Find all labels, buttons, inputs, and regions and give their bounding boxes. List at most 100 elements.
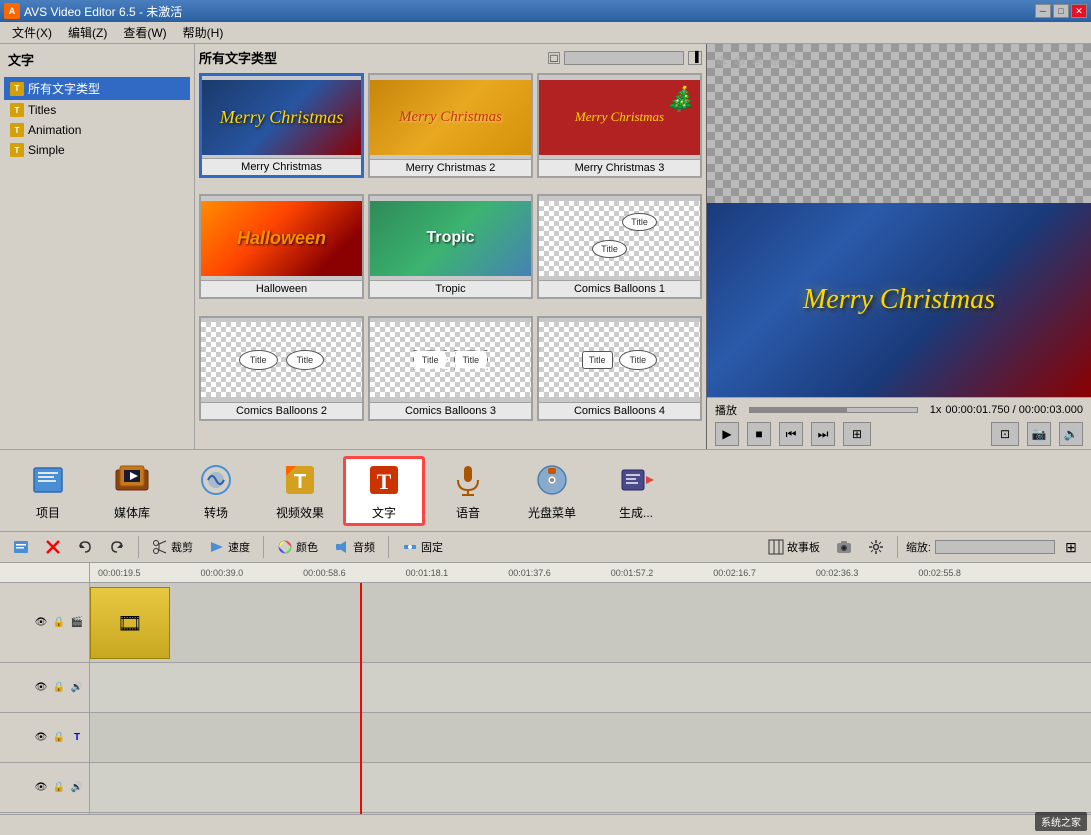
effect-tropic[interactable]: Tropic Tropic bbox=[368, 194, 533, 299]
effect-merry-christmas-3[interactable]: 🎄 Merry Christmas Merry Christmas 3 bbox=[537, 73, 702, 178]
menu-help[interactable]: 帮助(H) bbox=[175, 22, 232, 43]
toolbar-disc[interactable]: 光盘菜单 bbox=[512, 457, 592, 525]
stop-button[interactable]: ■ bbox=[747, 422, 771, 446]
effects-title: 所有文字类型 bbox=[199, 48, 277, 67]
toolbar-project[interactable]: 项目 bbox=[8, 457, 88, 525]
progress-bar[interactable] bbox=[749, 407, 918, 413]
maximize-button[interactable]: □ bbox=[1053, 4, 1069, 18]
audio-track-row-1 bbox=[90, 663, 1091, 713]
toolbar-media[interactable]: 媒体库 bbox=[92, 457, 172, 525]
menu-bar: 文件(X) 编辑(Z) 查看(W) 帮助(H) bbox=[0, 22, 1091, 44]
audio-label: 音频 bbox=[353, 539, 375, 555]
video-clip[interactable]: 🎞 bbox=[90, 587, 170, 659]
effects-icon: T bbox=[280, 460, 320, 500]
audio-track-row-3 bbox=[90, 813, 1091, 814]
preview-area: ❄ ❄ ❄ ❄ ❄ Merry Christmas 播放 1x 00:00:01… bbox=[706, 44, 1091, 449]
effect-comics-balloons-4[interactable]: Title Title Comics Balloons 4 bbox=[537, 316, 702, 421]
speed-button[interactable]: 速度 bbox=[204, 535, 255, 559]
toolbar-voice[interactable]: 语音 bbox=[428, 457, 508, 525]
audio-button[interactable]: 音频 bbox=[329, 535, 380, 559]
produce-icon bbox=[616, 460, 656, 500]
ruler-mark-7: 00:02:16.7 bbox=[713, 568, 756, 578]
undo-button[interactable] bbox=[72, 535, 98, 559]
lock-icon2[interactable]: 🔒 bbox=[51, 680, 67, 696]
cut-button[interactable]: 裁剪 bbox=[147, 535, 198, 559]
scroll-right[interactable]: ▐ bbox=[688, 51, 702, 65]
toolbar-text[interactable]: T 文字 bbox=[344, 457, 424, 525]
preview-checker: ❄ ❄ ❄ ❄ ❄ bbox=[707, 44, 1091, 203]
settings-button[interactable] bbox=[863, 535, 889, 559]
storyboard-button[interactable]: 故事板 bbox=[763, 535, 825, 559]
eye-icon4[interactable]: 👁 bbox=[33, 780, 49, 796]
ruler-mark-3: 00:00:58.6 bbox=[303, 568, 346, 578]
separator1 bbox=[138, 536, 139, 558]
ruler-mark-9: 00:02:55.8 bbox=[918, 568, 961, 578]
title-bar: A AVS Video Editor 6.5 - 未激活 ─ □ ✕ bbox=[0, 0, 1091, 22]
lock-icon3[interactable]: 🔒 bbox=[51, 730, 67, 746]
lock-icon4[interactable]: 🔒 bbox=[51, 780, 67, 796]
thumb-tropic: Tropic bbox=[370, 201, 531, 276]
aspect-ratio-button[interactable]: ⊡ bbox=[991, 422, 1019, 446]
speed-display: 1x bbox=[930, 404, 942, 416]
effect-comics-balloons-2[interactable]: Title Title Comics Balloons 2 bbox=[199, 316, 364, 421]
sidebar: 文字 T 所有文字类型 T Titles T Animation T Simpl… bbox=[0, 44, 195, 449]
snapshot-button[interactable]: 📷 bbox=[1027, 422, 1051, 446]
menu-file[interactable]: 文件(X) bbox=[4, 22, 60, 43]
next-frame-button[interactable]: ⏭ bbox=[811, 422, 835, 446]
project-button[interactable] bbox=[8, 535, 34, 559]
toolbar-disc-label: 光盘菜单 bbox=[528, 504, 576, 521]
zoom-expand[interactable]: ⊞ bbox=[1059, 535, 1083, 559]
effect-halloween[interactable]: Halloween Halloween bbox=[199, 194, 364, 299]
prev-frame-button[interactable]: ⏮ bbox=[779, 422, 803, 446]
eye-icon[interactable]: 👁 bbox=[33, 615, 49, 631]
svg-text:T: T bbox=[377, 469, 392, 494]
scissors-icon bbox=[152, 539, 168, 555]
separator3 bbox=[388, 536, 389, 558]
menu-edit[interactable]: 编辑(Z) bbox=[60, 22, 115, 43]
audio-track-icon: 🔊 bbox=[69, 680, 85, 696]
effect-comics-balloons-3[interactable]: Title Title Comics Balloons 3 bbox=[368, 316, 533, 421]
animation-icon: T bbox=[10, 123, 24, 137]
fullscreen-button[interactable]: ⊞ bbox=[843, 422, 871, 446]
storyboard-label: 故事板 bbox=[787, 539, 820, 555]
eye-icon3[interactable]: 👁 bbox=[33, 730, 49, 746]
eye-icon2[interactable]: 👁 bbox=[33, 680, 49, 696]
minimize-button[interactable]: ─ bbox=[1035, 4, 1051, 18]
effect-comics-balloons-1[interactable]: Title Title Comics Balloons 1 bbox=[537, 194, 702, 299]
close-button[interactable]: ✕ bbox=[1071, 4, 1087, 18]
sidebar-item-animation[interactable]: T Animation bbox=[4, 120, 190, 140]
menu-view[interactable]: 查看(W) bbox=[115, 22, 174, 43]
simple-icon: T bbox=[10, 143, 24, 157]
camera-button[interactable] bbox=[831, 535, 857, 559]
audio-track-row-2 bbox=[90, 763, 1091, 813]
scroll-bar[interactable] bbox=[564, 51, 684, 65]
effects-panel: 所有文字类型 □ ▐ Merry Christmas Merry Christm… bbox=[195, 44, 706, 449]
volume-button[interactable]: 🔊 bbox=[1059, 422, 1083, 446]
sidebar-item-titles[interactable]: T Titles bbox=[4, 100, 190, 120]
play-button[interactable]: ▶ bbox=[715, 422, 739, 446]
toolbar-produce[interactable]: 生成... bbox=[596, 457, 676, 525]
effect-label-cb3: Comics Balloons 3 bbox=[370, 402, 531, 419]
delete-button[interactable] bbox=[40, 535, 66, 559]
sidebar-item-simple[interactable]: T Simple bbox=[4, 140, 190, 160]
titles-icon: T bbox=[10, 103, 24, 117]
storyboard-icon bbox=[768, 539, 784, 555]
zoom-slider[interactable] bbox=[935, 540, 1055, 554]
sidebar-item-all[interactable]: T 所有文字类型 bbox=[4, 77, 190, 100]
preview-screen: ❄ ❄ ❄ ❄ ❄ Merry Christmas bbox=[707, 44, 1091, 397]
effect-merry-christmas-2[interactable]: Merry Christmas Merry Christmas 2 bbox=[368, 73, 533, 178]
color-button[interactable]: 颜色 bbox=[272, 535, 323, 559]
thumb-cb2: Title Title bbox=[201, 322, 362, 397]
redo-button[interactable] bbox=[104, 535, 130, 559]
effect-merry-christmas-1[interactable]: Merry Christmas Merry Christmas bbox=[199, 73, 364, 178]
audio2-track-icon: 🔊 bbox=[69, 780, 85, 796]
view-toggle[interactable]: □ bbox=[548, 52, 560, 64]
settings-icon bbox=[868, 539, 884, 555]
h-scrollbar[interactable] bbox=[0, 814, 1091, 828]
lock-icon[interactable]: 🔒 bbox=[51, 615, 67, 631]
toolbar-transition[interactable]: 转场 bbox=[176, 457, 256, 525]
effect-label-mc2: Merry Christmas 2 bbox=[370, 159, 531, 176]
toolbar-effects[interactable]: T 视频效果 bbox=[260, 457, 340, 525]
tree-icon: 🎄 bbox=[665, 85, 695, 114]
stabilize-button[interactable]: 固定 bbox=[397, 535, 448, 559]
